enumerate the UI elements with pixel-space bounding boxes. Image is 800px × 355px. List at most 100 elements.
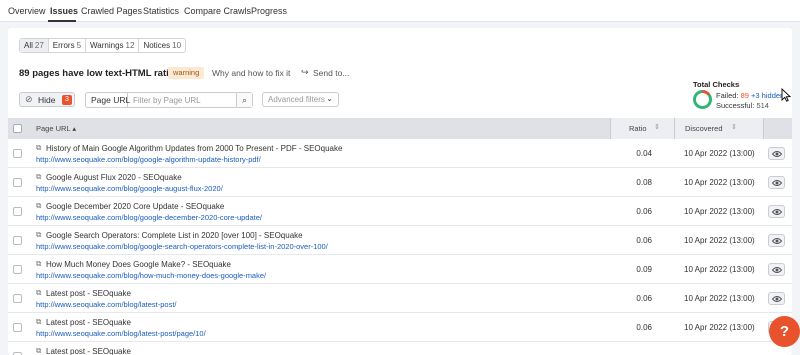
checks-donut-chart bbox=[693, 90, 712, 109]
help-button[interactable]: ? bbox=[769, 316, 800, 347]
why-fix-link[interactable]: Why and how to fix it bbox=[212, 68, 290, 78]
ratio-value: 0.09 bbox=[636, 265, 652, 274]
sort-icon[interactable]: ⇕ bbox=[654, 123, 660, 131]
ratio-value: 0.06 bbox=[636, 236, 652, 245]
page-url-search-input[interactable] bbox=[128, 93, 236, 107]
page-title: Latest post - SEOquake bbox=[46, 318, 131, 327]
external-link-icon[interactable]: ⧉ bbox=[36, 143, 41, 153]
failed-label: Failed: bbox=[716, 91, 739, 100]
ratio-value: 0.08 bbox=[636, 178, 652, 187]
row-checkbox[interactable] bbox=[13, 207, 22, 216]
page-url-link[interactable]: http://www.seoquake.com/blog/google-algo… bbox=[36, 155, 261, 164]
row-checkbox[interactable] bbox=[13, 149, 22, 158]
select-all-checkbox[interactable] bbox=[13, 124, 22, 133]
failed-count: 89 bbox=[740, 91, 749, 100]
external-link-icon[interactable]: ⧉ bbox=[36, 346, 41, 355]
discovered-date: 10 Apr 2022 (13:00) bbox=[684, 323, 755, 332]
page-url-header-label: Page URL bbox=[36, 124, 71, 133]
page-url-link[interactable]: http://www.seoquake.com/blog/latest-post… bbox=[36, 300, 177, 309]
ratio-value: 0.06 bbox=[636, 323, 652, 332]
row-checkbox[interactable] bbox=[13, 323, 22, 332]
page-url-column-header[interactable]: Page URL ▴ bbox=[36, 124, 76, 133]
page-url-link[interactable]: http://www.seoquake.com/blog/google-augu… bbox=[36, 184, 223, 193]
report-tabs: Overview Issues Crawled Pages Statistics… bbox=[0, 0, 800, 22]
issue-type-filter: All 27 Errors 5 Warnings 12 Notices 10 bbox=[19, 38, 187, 53]
page-url-link[interactable]: http://www.seoquake.com/blog/google-dece… bbox=[36, 213, 262, 222]
issue-title: 89 pages have low text-HTML ratio bbox=[19, 68, 175, 79]
external-link-icon[interactable]: ⧉ bbox=[36, 317, 41, 327]
page-url-link[interactable]: http://www.seoquake.com/blog/latest-post… bbox=[36, 329, 206, 338]
ratio-column: Ratio ⇕ bbox=[610, 118, 674, 139]
hide-count-badge: 3 bbox=[62, 95, 72, 105]
external-link-icon[interactable]: ⧉ bbox=[36, 259, 41, 269]
eye-icon[interactable] bbox=[768, 263, 785, 276]
discovered-date: 10 Apr 2022 (13:00) bbox=[684, 149, 755, 158]
table-header: Page URL ▴ Ratio ⇕ Discovered ⇕ bbox=[8, 118, 792, 139]
eye-icon[interactable] bbox=[768, 205, 785, 218]
page-url-link[interactable]: http://www.seoquake.com/blog/how-much-mo… bbox=[36, 271, 266, 280]
row-checkbox[interactable] bbox=[13, 236, 22, 245]
discovered-column: Discovered ⇕ bbox=[674, 118, 764, 139]
successful-label: Successful: bbox=[716, 101, 755, 110]
info-icon[interactable]: i bbox=[738, 80, 740, 89]
search-field-label: Page URL bbox=[86, 93, 130, 107]
tab-progress[interactable]: Progress bbox=[251, 6, 287, 16]
discovered-date: 10 Apr 2022 (13:00) bbox=[684, 207, 755, 216]
discovered-column-header[interactable]: Discovered bbox=[685, 124, 723, 133]
eye-slash-icon: ⊘ bbox=[25, 94, 33, 104]
share-arrow-icon[interactable]: ↪ bbox=[301, 67, 309, 78]
table-row: ⧉ Latest post - SEOquake http://www.seoq… bbox=[8, 313, 792, 342]
tab-overview[interactable]: Overview bbox=[8, 6, 46, 16]
page-title: Google August Flux 2020 - SEOquake bbox=[46, 173, 182, 182]
hidden-count-link[interactable]: +3 hidden bbox=[751, 91, 784, 100]
issues-panel: All 27 Errors 5 Warnings 12 Notices 10 89 pa… bbox=[8, 28, 792, 355]
filter-errors[interactable]: Errors 5 bbox=[49, 39, 87, 52]
warning-badge: warning bbox=[168, 67, 205, 79]
row-checkbox[interactable] bbox=[13, 178, 22, 187]
page-title: Latest post - SEOquake bbox=[46, 289, 131, 298]
row-checkbox[interactable] bbox=[13, 265, 22, 274]
eye-icon[interactable] bbox=[768, 292, 785, 305]
filter-label: Errors bbox=[52, 41, 75, 50]
external-link-icon[interactable]: ⧉ bbox=[36, 230, 41, 240]
filter-count: 27 bbox=[34, 41, 44, 50]
mouse-cursor-icon bbox=[781, 88, 791, 102]
send-to-link[interactable]: Send to... bbox=[313, 68, 349, 78]
filter-label: Notices bbox=[143, 41, 171, 50]
successful-checks: Successful: 514 bbox=[716, 101, 769, 110]
eye-icon[interactable] bbox=[768, 176, 785, 189]
search-icon[interactable]: ⌕ bbox=[236, 93, 252, 107]
filter-all[interactable]: All 27 bbox=[20, 39, 49, 52]
external-link-icon[interactable]: ⧉ bbox=[36, 201, 41, 211]
filter-notices[interactable]: Notices 10 bbox=[139, 39, 185, 52]
ratio-value: 0.04 bbox=[636, 149, 652, 158]
page-url-filter: Page URL ⌕ bbox=[85, 92, 253, 108]
active-tab-indicator bbox=[48, 20, 76, 22]
ratio-column-header[interactable]: Ratio bbox=[629, 124, 647, 133]
advanced-filters-dropdown[interactable]: Advanced filters ⌄ bbox=[262, 92, 339, 107]
tab-issues[interactable]: Issues bbox=[50, 6, 78, 16]
filter-count: 5 bbox=[76, 41, 82, 50]
page-title: History of Main Google Algorithm Updates… bbox=[46, 144, 343, 153]
hide-button[interactable]: ⊘ Hide 3 bbox=[19, 92, 75, 107]
failed-checks: Failed: 89 +3 hidden bbox=[716, 91, 784, 100]
row-checkbox[interactable] bbox=[13, 294, 22, 303]
sort-asc-icon: ▴ bbox=[72, 124, 77, 133]
external-link-icon[interactable]: ⧉ bbox=[36, 172, 41, 182]
chevron-down-icon: ⌄ bbox=[326, 94, 333, 103]
table-row: ⧉ Google August Flux 2020 - SEOquake htt… bbox=[8, 168, 792, 197]
table-row: ⧉ Google Search Operators: Complete List… bbox=[8, 226, 792, 255]
page-url-link[interactable]: http://www.seoquake.com/blog/google-sear… bbox=[36, 242, 328, 251]
eye-icon[interactable] bbox=[768, 234, 785, 247]
eye-icon[interactable] bbox=[768, 147, 785, 160]
tab-statistics[interactable]: Statistics bbox=[143, 6, 179, 16]
sort-icon[interactable]: ⇕ bbox=[731, 123, 737, 131]
table-row: ⧉ Google December 2020 Core Update - SEO… bbox=[8, 197, 792, 226]
tab-compare-crawls[interactable]: Compare Crawls bbox=[184, 6, 251, 16]
tab-crawled-pages[interactable]: Crawled Pages bbox=[81, 6, 142, 16]
external-link-icon[interactable]: ⧉ bbox=[36, 288, 41, 298]
filter-label: Warnings bbox=[90, 41, 124, 50]
page-title: Latest post - SEOquake bbox=[46, 347, 131, 355]
discovered-date: 10 Apr 2022 (13:00) bbox=[684, 178, 755, 187]
filter-warnings[interactable]: Warnings 12 bbox=[86, 39, 140, 52]
